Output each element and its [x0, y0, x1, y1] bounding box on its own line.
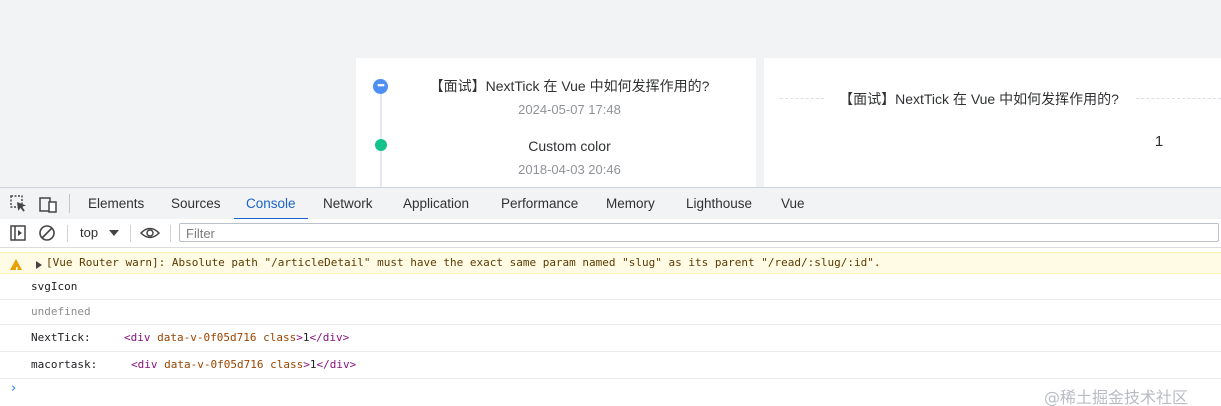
- tab-performance[interactable]: Performance: [501, 188, 578, 219]
- console-log-row: macortask: <div data-v-0f05d716 class>1<…: [0, 352, 1221, 379]
- devtools-panel: Elements Sources Console Network Applica…: [0, 187, 1221, 406]
- warning-message: [Vue Router warn]: Absolute path "/artic…: [46, 256, 881, 269]
- tab-memory[interactable]: Memory: [606, 188, 655, 219]
- inspect-element-icon[interactable]: [9, 194, 29, 214]
- tag-open: <div: [131, 358, 158, 371]
- devtools-tabbar: Elements Sources Console Network Applica…: [0, 188, 1221, 220]
- tab-sources[interactable]: Sources: [171, 188, 221, 219]
- more-icon: •••: [373, 79, 388, 94]
- log-message: undefined: [31, 305, 91, 318]
- chevron-down-icon: [109, 230, 119, 236]
- toolbar-separator: [170, 225, 171, 242]
- tab-console[interactable]: Console: [234, 188, 307, 220]
- detail-title: 【面试】NextTick 在 Vue 中如何发挥作用的?: [839, 91, 1119, 107]
- device-toolbar-icon[interactable]: [38, 194, 58, 214]
- divider: [780, 98, 824, 99]
- toolbar-separator: [130, 225, 131, 242]
- timeline-item-timestamp: 2018-04-03 20:46: [518, 162, 621, 177]
- detail-card: 【面试】NextTick 在 Vue 中如何发挥作用的? 1: [764, 58, 1221, 187]
- eye-icon[interactable]: [140, 225, 160, 241]
- timeline-item-title[interactable]: 【面试】NextTick 在 Vue 中如何发挥作用的?: [416, 76, 723, 96]
- expand-triangle-icon[interactable]: [36, 261, 42, 269]
- timeline-dot: [375, 139, 387, 151]
- context-select[interactable]: top: [80, 224, 98, 242]
- timeline-card: ••• 【面试】NextTick 在 Vue 中如何发挥作用的? 2024-05…: [356, 58, 756, 187]
- detail-value: 1: [1154, 133, 1164, 150]
- page: ••• 【面试】NextTick 在 Vue 中如何发挥作用的? 2024-05…: [0, 0, 1221, 406]
- console-toolbar: top Filter: [0, 219, 1221, 248]
- console-output: ! [Vue Router warn]: Absolute path "/art…: [0, 248, 1221, 406]
- sidebar-toggle-icon[interactable]: [9, 224, 27, 242]
- app-viewport: ••• 【面试】NextTick 在 Vue 中如何发挥作用的? 2024-05…: [0, 0, 1221, 187]
- toolbar-separator: [69, 194, 70, 213]
- timeline-item-timestamp: 2024-05-07 17:48: [518, 102, 621, 117]
- tag-attributes: data-v-0f05d716 class: [164, 358, 304, 371]
- clear-console-icon[interactable]: [38, 224, 56, 242]
- log-label: NextTick:: [31, 331, 91, 344]
- filter-input[interactable]: Filter: [179, 223, 1219, 242]
- tag-bracket: >: [303, 358, 310, 371]
- tab-network[interactable]: Network: [323, 188, 373, 219]
- console-log-row: undefined: [0, 300, 1221, 325]
- tab-lighthouse[interactable]: Lighthouse: [686, 188, 752, 219]
- tag-attributes: data-v-0f05d716 class: [157, 331, 297, 344]
- console-warning-row[interactable]: ! [Vue Router warn]: Absolute path "/art…: [0, 252, 1221, 275]
- console-prompt-icon[interactable]: ›: [11, 381, 16, 396]
- tag-close: </div>: [316, 358, 357, 371]
- tag-bracket: >: [296, 331, 303, 344]
- timeline-line: [380, 86, 382, 187]
- watermark: @稀土掘金技术社区: [1044, 388, 1189, 406]
- divider: [1136, 98, 1221, 99]
- tab-application[interactable]: Application: [403, 188, 469, 219]
- timeline-item-title[interactable]: Custom color: [416, 138, 723, 154]
- tab-elements[interactable]: Elements: [88, 188, 144, 219]
- tab-vue[interactable]: Vue: [781, 188, 805, 219]
- tag-close: </div>: [309, 331, 350, 344]
- console-log-row: svgIcon: [0, 275, 1221, 300]
- tag-open: <div: [124, 331, 151, 344]
- log-message: svgIcon: [31, 280, 78, 293]
- console-log-row: NextTick: <div data-v-0f05d716 class>1</…: [0, 325, 1221, 352]
- log-element-node[interactable]: <div data-v-0f05d716 class>1</div>: [131, 352, 356, 378]
- log-label: macortask:: [31, 358, 98, 371]
- toolbar-separator: [67, 225, 68, 242]
- log-element-node[interactable]: <div data-v-0f05d716 class>1</div>: [124, 325, 349, 351]
